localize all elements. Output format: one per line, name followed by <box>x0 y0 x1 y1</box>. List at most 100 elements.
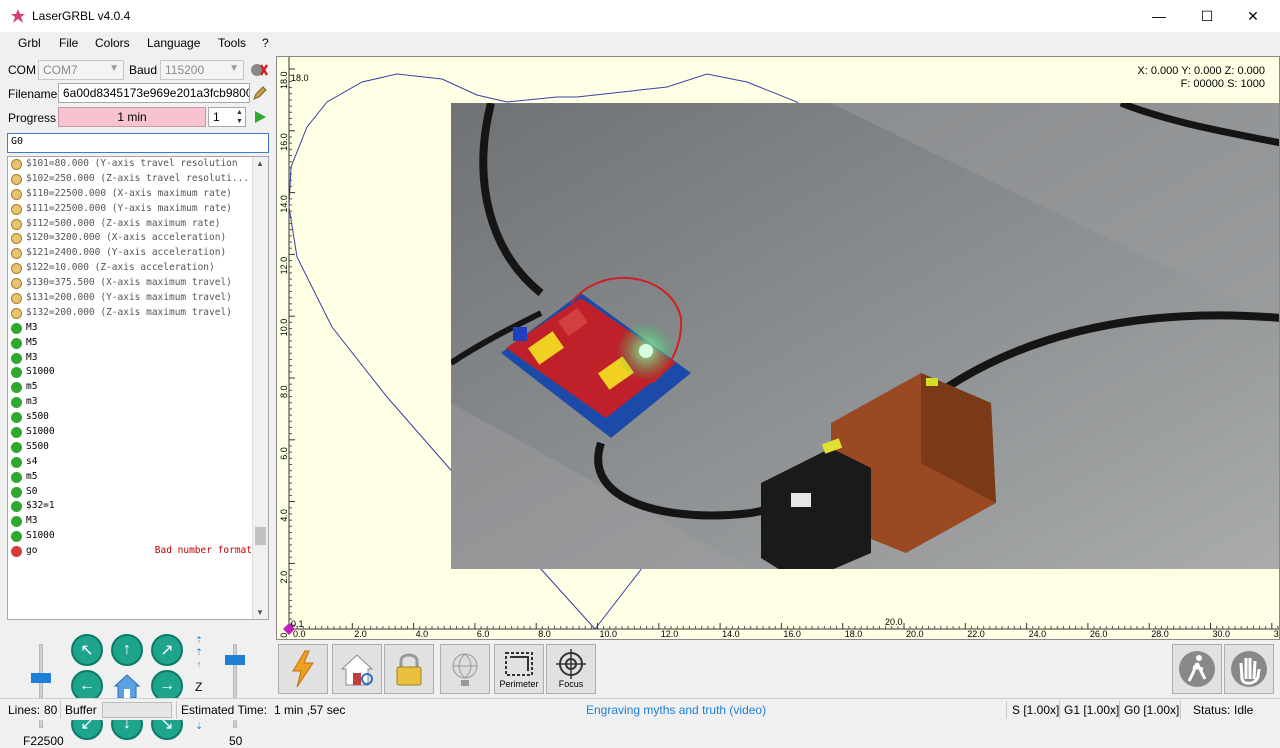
console-line: S1000 <box>8 425 268 440</box>
focus-button[interactable]: Focus <box>546 644 596 694</box>
check-icon <box>11 322 22 334</box>
info-icon <box>11 278 22 290</box>
menu-tools[interactable]: Tools <box>218 36 246 50</box>
check-icon <box>11 531 22 543</box>
stepper-arrows-icon[interactable]: ▲ ▼ <box>234 108 245 126</box>
console-text: $122=10.000 (Z-axis acceleration) <box>26 262 215 274</box>
console-text: $32=1 <box>26 500 55 512</box>
walking-person-icon <box>1179 651 1215 687</box>
console-text: s500 <box>26 411 49 423</box>
menu-grbl[interactable]: Grbl <box>18 36 41 50</box>
run-play-icon[interactable] <box>252 109 268 125</box>
console-line: $121=2400.000 (Y-axis acceleration) <box>8 246 268 261</box>
y-tick-label: 10.0 <box>279 319 289 337</box>
y-ruler-ticks: 18.0 16.0 14.0 12.0 10.0 8.0 6.0 4.0 2.0 0.0 <box>279 68 295 639</box>
coordinates-readout: X: 0.000 Y: 0.000 Z: 0.000 F: 00000 S: 1… <box>1137 65 1265 91</box>
run-program-button[interactable] <box>278 644 328 694</box>
ruler-top-value: 18.0 <box>291 73 309 83</box>
minimize-button[interactable]: — <box>1136 0 1182 32</box>
console-line: $32=1 <box>8 499 268 514</box>
pencil-icon[interactable] <box>252 85 268 101</box>
menu-file[interactable]: File <box>59 36 78 50</box>
feed-slider-thumb[interactable] <box>31 673 51 683</box>
console-text: S1000 <box>26 530 55 542</box>
console-text: M3 <box>26 321 38 333</box>
abort-walk-button[interactable] <box>1172 644 1222 694</box>
video-overlay[interactable] <box>451 103 1279 569</box>
disconnect-icon[interactable] <box>249 61 269 79</box>
buffer-bar <box>102 702 172 718</box>
status-label: Status: <box>1193 703 1231 717</box>
check-icon <box>11 337 22 349</box>
menu-language[interactable]: Language <box>147 36 200 50</box>
console-text: $130=375.500 (X-axis maximum travel) <box>26 277 232 289</box>
y-tick-label: 6.0 <box>279 447 289 460</box>
console-line: s500 <box>8 410 268 425</box>
info-icon <box>11 233 22 245</box>
scrollbar-thumb[interactable] <box>255 527 266 545</box>
y-tick-label: 2.0 <box>279 571 289 584</box>
progress-label: Progress <box>8 111 57 125</box>
step-slider-thumb[interactable] <box>225 655 245 665</box>
console-text: S1000 <box>26 426 55 438</box>
menu-colors[interactable]: Colors <box>95 36 130 50</box>
console-text: $110=22500.000 (X-axis maximum rate) <box>26 187 232 199</box>
close-button[interactable]: ✕ <box>1230 0 1276 32</box>
estimated-time-value: 1 min ,57 sec <box>274 703 346 717</box>
check-icon <box>11 471 22 483</box>
console-line: $110=22500.000 (X-axis maximum rate) <box>8 187 268 202</box>
info-icon <box>11 218 22 230</box>
g1-override[interactable]: G1 [1.00x] <box>1064 703 1119 717</box>
laser-hardware-photo <box>451 103 1279 569</box>
lines-value: 80 <box>44 703 58 717</box>
z-up-arrows-icon[interactable]: ⇡ ⇡ ↑ <box>193 634 205 670</box>
console-text: m5 <box>26 381 38 393</box>
chevron-up-icon: ▲ <box>256 159 264 168</box>
check-icon <box>11 412 22 424</box>
x-tick-label: 4.0 <box>416 629 429 639</box>
progress-bar: 1 min <box>58 107 206 127</box>
jog-up-button[interactable]: ↑ <box>111 634 143 666</box>
feed-speed-readout: F: 00000 S: 1000 <box>1180 78 1265 90</box>
command-input[interactable]: G0 <box>7 133 269 153</box>
preview-canvas[interactable]: 0.0 2.0 4.0 6.0 8.0 10.0 12.0 14.0 16.0 18.0 20.0 2… <box>276 56 1280 640</box>
filename-field[interactable]: 6a00d8345173e969e201a3fcb9800197 <box>58 83 250 103</box>
jog-up-left-button[interactable]: ↖ <box>71 634 103 666</box>
laser-app-icon <box>11 9 25 23</box>
check-icon <box>11 397 22 409</box>
homing-button[interactable] <box>332 644 382 694</box>
focus-label: Focus <box>558 679 584 689</box>
g0-override[interactable]: G0 [1.00x] <box>1124 703 1179 717</box>
maximize-button[interactable]: ☐ <box>1184 0 1230 32</box>
console-text: M3 <box>26 515 38 527</box>
console-line: S1000 <box>8 529 268 544</box>
perimeter-button[interactable]: Perimeter <box>494 644 544 694</box>
console-log[interactable]: $101=80.000 (Y-axis travel resolution $10… <box>7 156 269 620</box>
console-line: $120=3200.000 (X-axis acceleration) <box>8 231 268 246</box>
console-text: $102=250.000 (Z-axis travel resoluti... <box>26 172 250 184</box>
check-icon <box>11 516 22 528</box>
y-tick-label: 12.0 <box>279 257 289 275</box>
jog-up-right-button[interactable]: ↗ <box>151 634 183 666</box>
console-text: $131=200.000 (Y-axis maximum travel) <box>26 292 232 304</box>
video-link[interactable]: Engraving myths and truth (video) <box>586 703 766 717</box>
baud-select[interactable]: 115200 ▼ <box>160 60 244 80</box>
console-line: $111=22500.000 (Y-axis maximum rate) <box>8 202 268 217</box>
unlock-button[interactable] <box>384 644 434 694</box>
lock-icon <box>396 653 422 686</box>
info-icon <box>11 307 22 319</box>
stop-hand-button[interactable] <box>1224 644 1274 694</box>
console-text: $120=3200.000 (X-axis acceleration) <box>26 232 227 244</box>
console-scrollbar[interactable]: ▲ ▼ <box>252 157 268 619</box>
com-port-select[interactable]: COM7 ▼ <box>38 60 124 80</box>
info-icon <box>11 248 22 260</box>
menu-help[interactable]: ? <box>262 36 269 50</box>
console-text: M3 <box>26 351 38 363</box>
s-override[interactable]: S [1.00x] <box>1012 703 1059 717</box>
console-text: $112=500.000 (Z-axis maximum rate) <box>26 217 221 229</box>
globe-button[interactable] <box>440 644 490 694</box>
z-axis-label: Z <box>195 680 203 694</box>
console-text: S1000 <box>26 366 55 378</box>
console-text: M5 <box>26 336 38 348</box>
baud-label: Baud <box>129 63 158 77</box>
